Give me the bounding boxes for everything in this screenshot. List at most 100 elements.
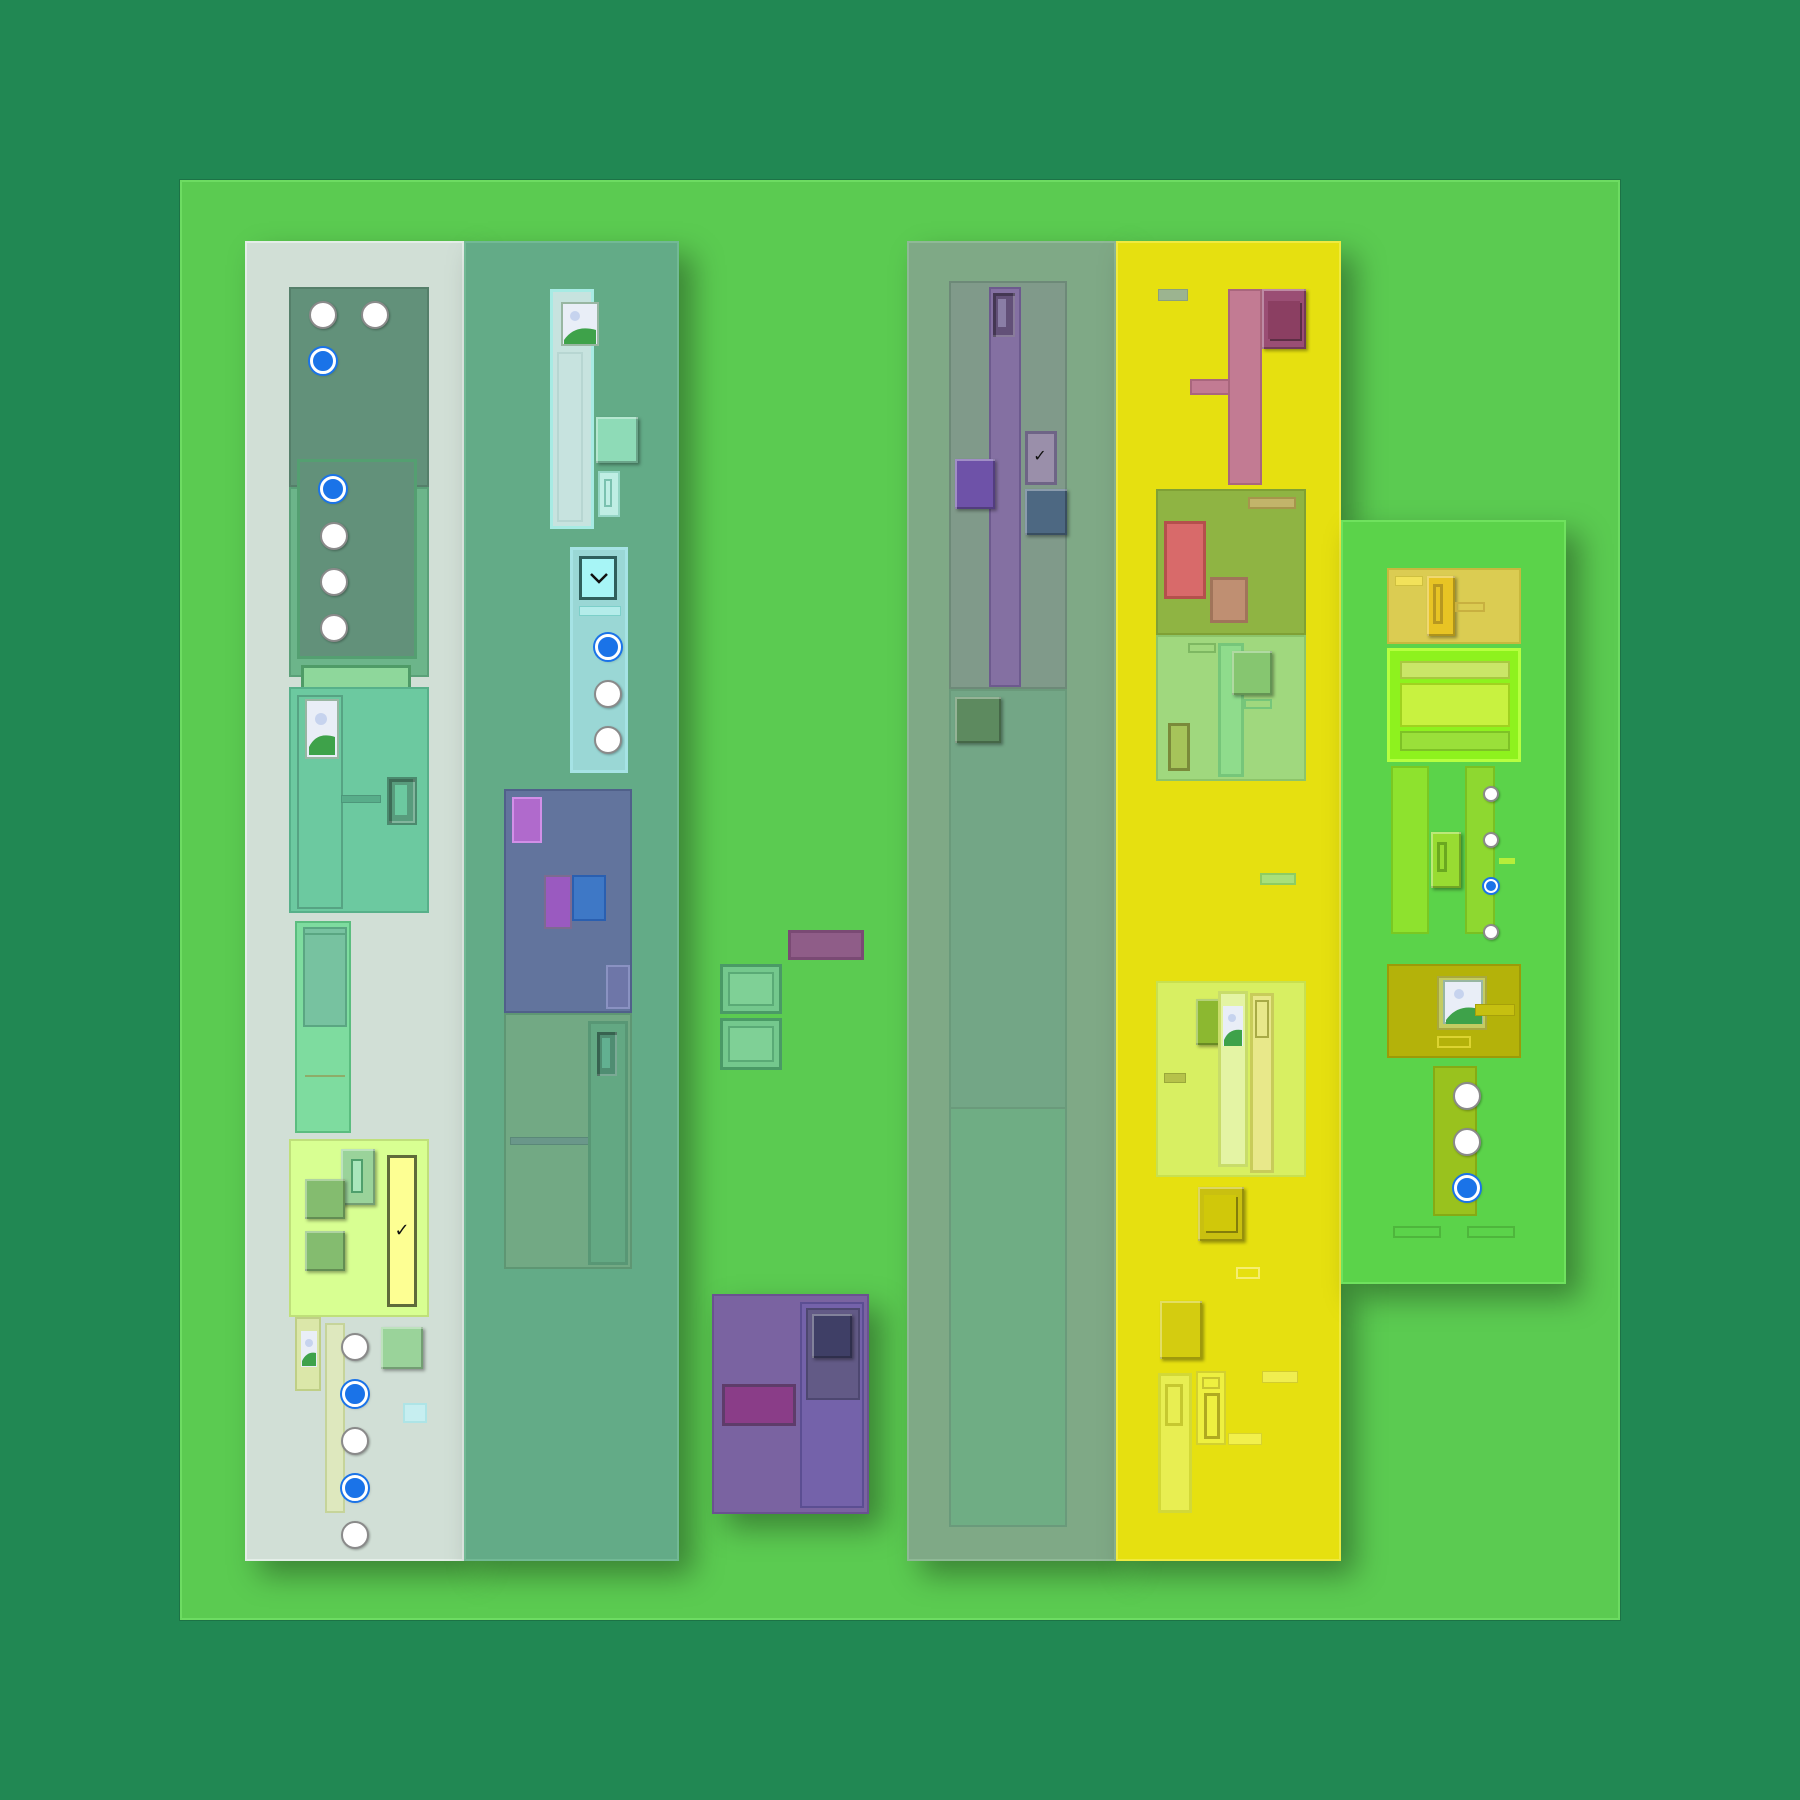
square-button[interactable] (1025, 489, 1067, 535)
text-field[interactable] (720, 1018, 782, 1070)
radio-option[interactable] (1483, 924, 1499, 940)
square-button[interactable] (1262, 289, 1306, 349)
chevron-down-icon (590, 573, 608, 584)
checkbox[interactable]: ✓ (387, 1155, 417, 1307)
field-label (305, 1075, 345, 1081)
toggle-button[interactable] (341, 1149, 375, 1205)
scroll-thumb[interactable] (598, 471, 620, 517)
list-icon (1400, 683, 1510, 727)
square-button[interactable] (305, 1179, 345, 1219)
section-box: ✓ (949, 281, 1067, 689)
radio-option[interactable] (594, 680, 622, 708)
list-icon (788, 930, 864, 960)
radio-option-selected[interactable] (320, 476, 346, 502)
list-icon (1467, 1226, 1515, 1238)
radio-option-selected[interactable] (342, 1475, 368, 1501)
scroll-bar[interactable] (1250, 993, 1274, 1173)
list-icon (512, 797, 542, 843)
scroll-thumb[interactable] (387, 777, 417, 825)
radio-option-selected[interactable] (1454, 1175, 1480, 1201)
scroll-bar[interactable] (588, 1021, 628, 1265)
radio-option-selected[interactable] (1484, 879, 1498, 893)
settings-card: ✓ (289, 1139, 429, 1317)
scroll-thumb[interactable] (1204, 1393, 1220, 1439)
field-label (1395, 576, 1423, 586)
toggle-button[interactable] (1427, 576, 1455, 636)
slider-track[interactable] (1190, 379, 1230, 395)
slider-track[interactable] (1455, 602, 1485, 612)
radio-option[interactable] (361, 301, 389, 329)
image-icon (305, 699, 339, 759)
list-icon (1400, 661, 1510, 679)
vertical-slider[interactable] (1228, 289, 1262, 485)
checkbox[interactable]: ✓ (1025, 431, 1057, 485)
square-button[interactable] (305, 1231, 345, 1271)
toggle-button[interactable] (1431, 832, 1461, 888)
radio-option[interactable] (341, 1521, 369, 1549)
section-box (949, 689, 1067, 1109)
list-icon (722, 1384, 796, 1426)
image-icon (301, 1331, 317, 1367)
panel-teal (464, 241, 679, 1561)
slider-track[interactable] (1244, 699, 1272, 709)
scroll-thumb[interactable] (993, 293, 1015, 337)
scroll-thumb[interactable] (597, 1032, 617, 1076)
panel-lime (1341, 520, 1566, 1284)
section-box (1387, 568, 1521, 644)
panel-gray: ✓ (907, 241, 1116, 1561)
media-card (1387, 964, 1521, 1058)
check-icon: ✓ (394, 1220, 410, 1241)
section-box (1156, 635, 1306, 781)
panel-yellow (1116, 241, 1341, 1561)
square-button[interactable] (1160, 1301, 1202, 1359)
square-button[interactable] (955, 697, 1001, 743)
data-card (504, 789, 632, 1013)
radio-option[interactable] (594, 726, 622, 754)
radio-option[interactable] (1453, 1128, 1481, 1156)
field-label (1262, 1371, 1298, 1383)
dropdown-button[interactable] (579, 556, 617, 600)
scroll-bar[interactable] (1158, 1373, 1192, 1513)
panel-light: ✓ (245, 241, 464, 1561)
mini-image-card (295, 1317, 321, 1391)
data-grid (1387, 648, 1521, 762)
slider-track[interactable] (341, 795, 381, 803)
square-button[interactable] (1198, 1187, 1244, 1241)
square-button[interactable] (812, 1314, 852, 1358)
field-label (305, 933, 345, 939)
square-button[interactable] (955, 459, 995, 509)
field-label (1158, 289, 1188, 301)
radio-option[interactable] (309, 301, 337, 329)
radio-option[interactable] (320, 522, 348, 550)
media-card (289, 687, 429, 913)
side-column (800, 1302, 864, 1508)
radio-option[interactable] (1453, 1082, 1481, 1110)
radio-option[interactable] (320, 568, 348, 596)
radio-option-selected[interactable] (310, 348, 336, 374)
square-button[interactable] (1232, 651, 1272, 695)
radio-option[interactable] (341, 1333, 369, 1361)
radio-option-selected[interactable] (342, 1381, 368, 1407)
radio-option[interactable] (341, 1427, 369, 1455)
text-field[interactable] (720, 964, 782, 1014)
stack-widget (1196, 1371, 1226, 1445)
radio-option[interactable] (320, 614, 348, 642)
list-icon (606, 965, 630, 1009)
radio-option-selected[interactable] (595, 634, 621, 660)
field-label (1188, 643, 1216, 653)
scroll-thumb[interactable] (1165, 1384, 1183, 1426)
list-icon (1437, 1036, 1471, 1048)
scroll-thumb[interactable] (1168, 723, 1190, 771)
list-icon (572, 875, 606, 921)
radio-option[interactable] (1483, 832, 1499, 848)
form-column (295, 921, 351, 1133)
scroll-thumb[interactable] (1255, 1000, 1269, 1038)
square-button[interactable] (596, 417, 638, 463)
options-card (570, 547, 628, 773)
radio-option[interactable] (1483, 786, 1499, 802)
slider-track[interactable] (510, 1137, 590, 1145)
field-label (1164, 1073, 1186, 1083)
square-button[interactable] (381, 1327, 423, 1369)
radio-group-box (289, 287, 429, 487)
media-column (1218, 991, 1248, 1167)
